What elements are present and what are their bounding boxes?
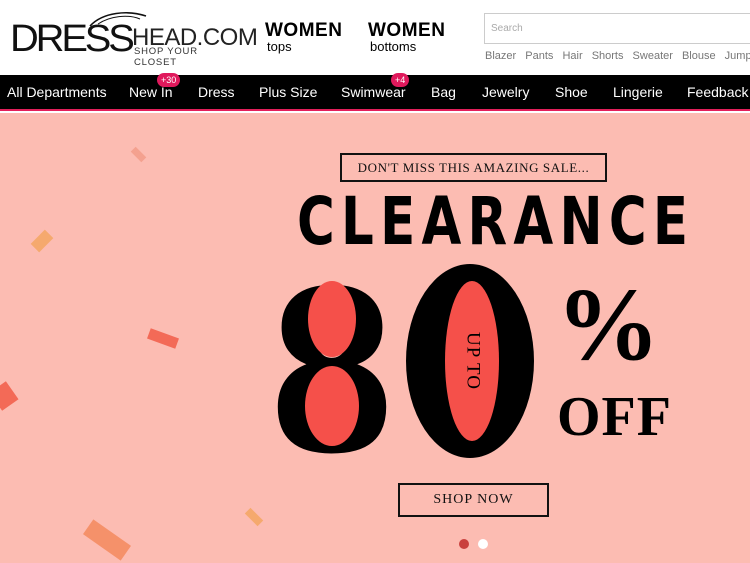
promo-subtitle: bottoms bbox=[370, 39, 417, 54]
shop-now-button[interactable]: SHOP NOW bbox=[398, 483, 549, 517]
confetti-piece bbox=[82, 519, 132, 561]
nav-swimwear-badge: +4 bbox=[391, 73, 410, 87]
quick-search-links: Blazer Pants Hair Shorts Sweater Blouse … bbox=[485, 50, 750, 62]
search-input[interactable] bbox=[485, 14, 750, 43]
site-header: DRESS HEAD.COM SHOP YOUR CLOSET WOMEN to… bbox=[0, 0, 750, 75]
confetti-piece bbox=[147, 328, 179, 349]
digit-8-graphic: 8 bbox=[270, 261, 395, 461]
percent-sign: % bbox=[556, 267, 660, 382]
logo-tagline: SHOP YOUR CLOSET bbox=[134, 46, 198, 68]
hero-banner[interactable]: DON'T MISS THIS AMAZING SALE... CLEARANC… bbox=[0, 113, 750, 563]
quick-link[interactable]: Blazer bbox=[485, 50, 516, 62]
promo-women-tops[interactable]: WOMEN tops bbox=[265, 20, 343, 54]
search-box bbox=[484, 13, 750, 44]
carousel-dot[interactable] bbox=[478, 539, 488, 549]
confetti-piece bbox=[244, 507, 264, 527]
nav-shoe[interactable]: Shoe bbox=[555, 84, 588, 100]
up-to-label: UP TO bbox=[463, 332, 484, 390]
off-label: OFF bbox=[557, 386, 672, 448]
carousel-dot-active[interactable] bbox=[459, 539, 469, 549]
nav-dress[interactable]: Dress bbox=[198, 84, 235, 100]
nav-all-departments[interactable]: All Departments bbox=[7, 84, 107, 100]
promo-title: WOMEN bbox=[265, 20, 343, 41]
quick-link[interactable]: Jumpsu bbox=[725, 50, 750, 62]
nav-jewelry[interactable]: Jewelry bbox=[482, 84, 529, 100]
sale-tagline: DON'T MISS THIS AMAZING SALE... bbox=[340, 153, 607, 182]
nav-new-in-badge: +30 bbox=[157, 73, 181, 87]
nav-bag[interactable]: Bag bbox=[431, 84, 456, 100]
digit-0-graphic: UP TO bbox=[406, 264, 534, 458]
promo-women-bottoms[interactable]: WOMEN bottoms bbox=[368, 20, 446, 54]
promo-title: WOMEN bbox=[368, 20, 446, 41]
main-nav: All Departments New In +30 Dress Plus Si… bbox=[0, 73, 750, 111]
confetti-piece bbox=[0, 381, 19, 411]
clearance-headline: CLEARANCE bbox=[297, 183, 695, 260]
promo-subtitle: tops bbox=[267, 39, 292, 54]
nav-lingerie[interactable]: Lingerie bbox=[613, 84, 663, 100]
quick-link[interactable]: Pants bbox=[525, 50, 553, 62]
nav-plus-size[interactable]: Plus Size bbox=[259, 84, 317, 100]
quick-link[interactable]: Shorts bbox=[592, 50, 624, 62]
quick-link[interactable]: Hair bbox=[562, 50, 582, 62]
digit-8-lower-counter bbox=[305, 366, 359, 446]
logo[interactable]: DRESS HEAD.COM SHOP YOUR CLOSET bbox=[10, 12, 258, 68]
quick-link[interactable]: Blouse bbox=[682, 50, 716, 62]
digit-8-upper-counter bbox=[308, 281, 356, 357]
nav-feedback[interactable]: Feedback bbox=[687, 84, 748, 100]
confetti-piece bbox=[30, 229, 54, 253]
confetti-piece bbox=[130, 146, 147, 163]
quick-link[interactable]: Sweater bbox=[633, 50, 673, 62]
